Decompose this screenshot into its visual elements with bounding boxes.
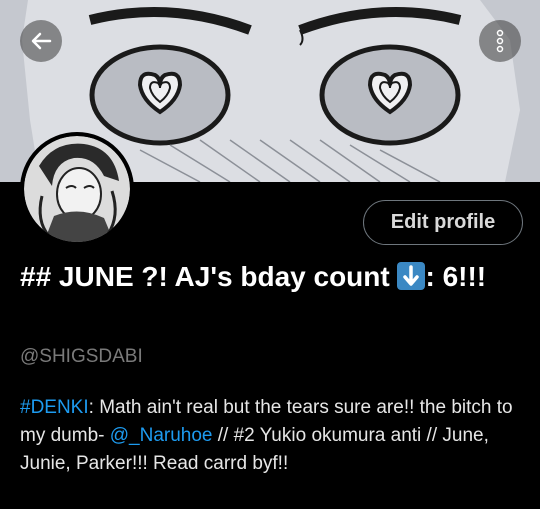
down-arrow-emoji — [397, 262, 426, 290]
back-button[interactable] — [20, 20, 62, 62]
more-vertical-icon — [496, 29, 504, 53]
display-name-text-end: : 6!!! — [425, 261, 487, 292]
more-options-button[interactable] — [479, 20, 521, 62]
bio-hashtag-link[interactable]: #DENKI — [20, 397, 89, 418]
display-name: ## JUNE ?! AJ's bday count : 6!!! — [20, 258, 520, 295]
arrow-left-icon — [31, 32, 52, 50]
profile-avatar[interactable] — [20, 132, 134, 246]
avatar-image — [24, 136, 130, 242]
username-handle: @SHIGSDABI — [20, 346, 143, 367]
display-name-text: ## JUNE ?! AJ's bday count — [20, 261, 398, 292]
profile-bio: #DENKI: Math ain't real but the tears su… — [20, 394, 525, 478]
edit-profile-button[interactable]: Edit profile — [363, 200, 523, 245]
bio-mention-link[interactable]: @_Naruhoe — [110, 425, 213, 446]
